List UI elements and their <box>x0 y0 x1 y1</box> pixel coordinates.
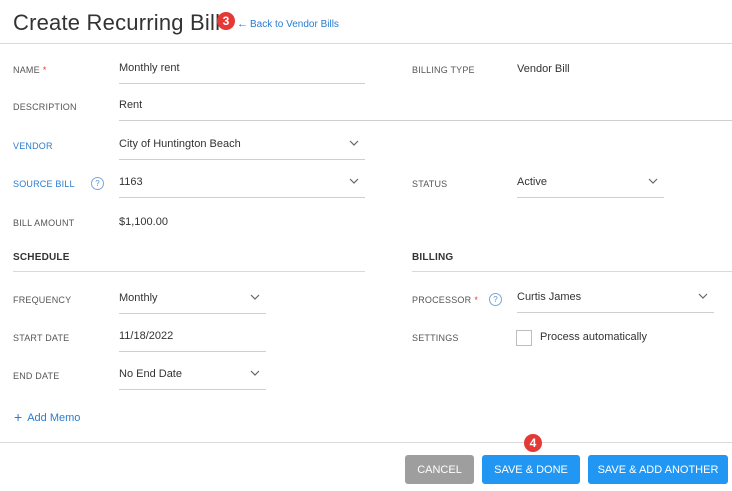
schedule-heading: SCHEDULE <box>13 252 70 263</box>
page-header: Create Recurring Bill 3 ← Back to Vendor … <box>0 0 732 44</box>
vendor-select[interactable]: City of Huntington Beach <box>119 134 365 160</box>
processor-help-icon[interactable]: ? <box>489 293 502 306</box>
arrow-left-icon: ← <box>237 18 248 30</box>
plus-icon: + <box>14 409 23 425</box>
back-link-label: Back to Vendor Bills <box>250 19 339 30</box>
vendor-value: City of Huntington Beach <box>119 138 241 150</box>
step-badge-4: 4 <box>524 434 542 452</box>
bill-amount-label: BILL AMOUNT <box>13 218 75 228</box>
end-date-label: END DATE <box>13 371 60 381</box>
settings-label: SETTINGS <box>412 333 459 343</box>
chevron-down-icon <box>250 294 260 300</box>
source-bill-help-icon[interactable]: ? <box>91 177 104 190</box>
vendor-label[interactable]: VENDOR <box>13 141 53 151</box>
footer-divider <box>0 442 732 443</box>
process-automatically-checkbox[interactable] <box>516 330 532 346</box>
chevron-down-icon <box>250 370 260 376</box>
billing-heading: BILLING <box>412 252 454 263</box>
end-date-select[interactable]: No End Date <box>119 364 266 390</box>
name-label-text: NAME <box>13 65 40 75</box>
name-field[interactable]: Monthly rent <box>119 58 365 84</box>
frequency-label: FREQUENCY <box>13 295 72 305</box>
billing-type-value: Vendor Bill <box>517 63 570 75</box>
chevron-down-icon <box>648 178 658 184</box>
processor-label: PROCESSOR * <box>412 295 478 305</box>
source-bill-select[interactable]: 1163 <box>119 172 365 198</box>
source-bill-label[interactable]: SOURCE BILL <box>13 179 75 189</box>
status-select[interactable]: Active <box>517 172 664 198</box>
add-memo-label: Add Memo <box>27 412 81 424</box>
start-date-value: 11/18/2022 <box>119 330 174 342</box>
description-field[interactable]: Rent <box>119 95 732 121</box>
description-value: Rent <box>119 99 143 111</box>
end-date-value: No End Date <box>119 368 182 380</box>
chevron-down-icon <box>349 178 359 184</box>
back-to-vendor-bills-link[interactable]: ← Back to Vendor Bills <box>237 18 339 30</box>
billing-type-label: BILLING TYPE <box>412 65 475 75</box>
cancel-button[interactable]: CANCEL <box>405 455 474 484</box>
schedule-divider <box>13 271 365 272</box>
processor-select[interactable]: Curtis James <box>517 287 714 313</box>
step-badge-3: 3 <box>217 12 235 30</box>
save-and-done-button[interactable]: SAVE & DONE <box>482 455 580 484</box>
name-label: NAME * <box>13 65 47 75</box>
processor-value: Curtis James <box>517 291 582 303</box>
status-value: Active <box>517 176 547 188</box>
source-bill-value: 1163 <box>119 176 143 188</box>
page-title: Create Recurring Bill <box>13 10 221 35</box>
process-automatically-label: Process automatically <box>540 331 647 343</box>
start-date-input[interactable]: 11/18/2022 <box>119 326 266 352</box>
bill-amount-value: $1,100.00 <box>119 216 168 228</box>
frequency-select[interactable]: Monthly <box>119 288 266 314</box>
chevron-down-icon <box>698 293 708 299</box>
start-date-label: START DATE <box>13 333 70 343</box>
chevron-down-icon <box>349 140 359 146</box>
description-label: DESCRIPTION <box>13 102 77 112</box>
name-value: Monthly rent <box>119 62 180 74</box>
frequency-value: Monthly <box>119 292 158 304</box>
processor-label-text: PROCESSOR <box>412 295 472 305</box>
save-and-add-another-button[interactable]: SAVE & ADD ANOTHER <box>588 455 728 484</box>
add-memo-link[interactable]: + Add Memo <box>14 409 80 425</box>
required-marker: * <box>474 295 479 305</box>
required-marker: * <box>42 65 47 75</box>
status-label: STATUS <box>412 179 448 189</box>
billing-divider <box>412 271 732 272</box>
